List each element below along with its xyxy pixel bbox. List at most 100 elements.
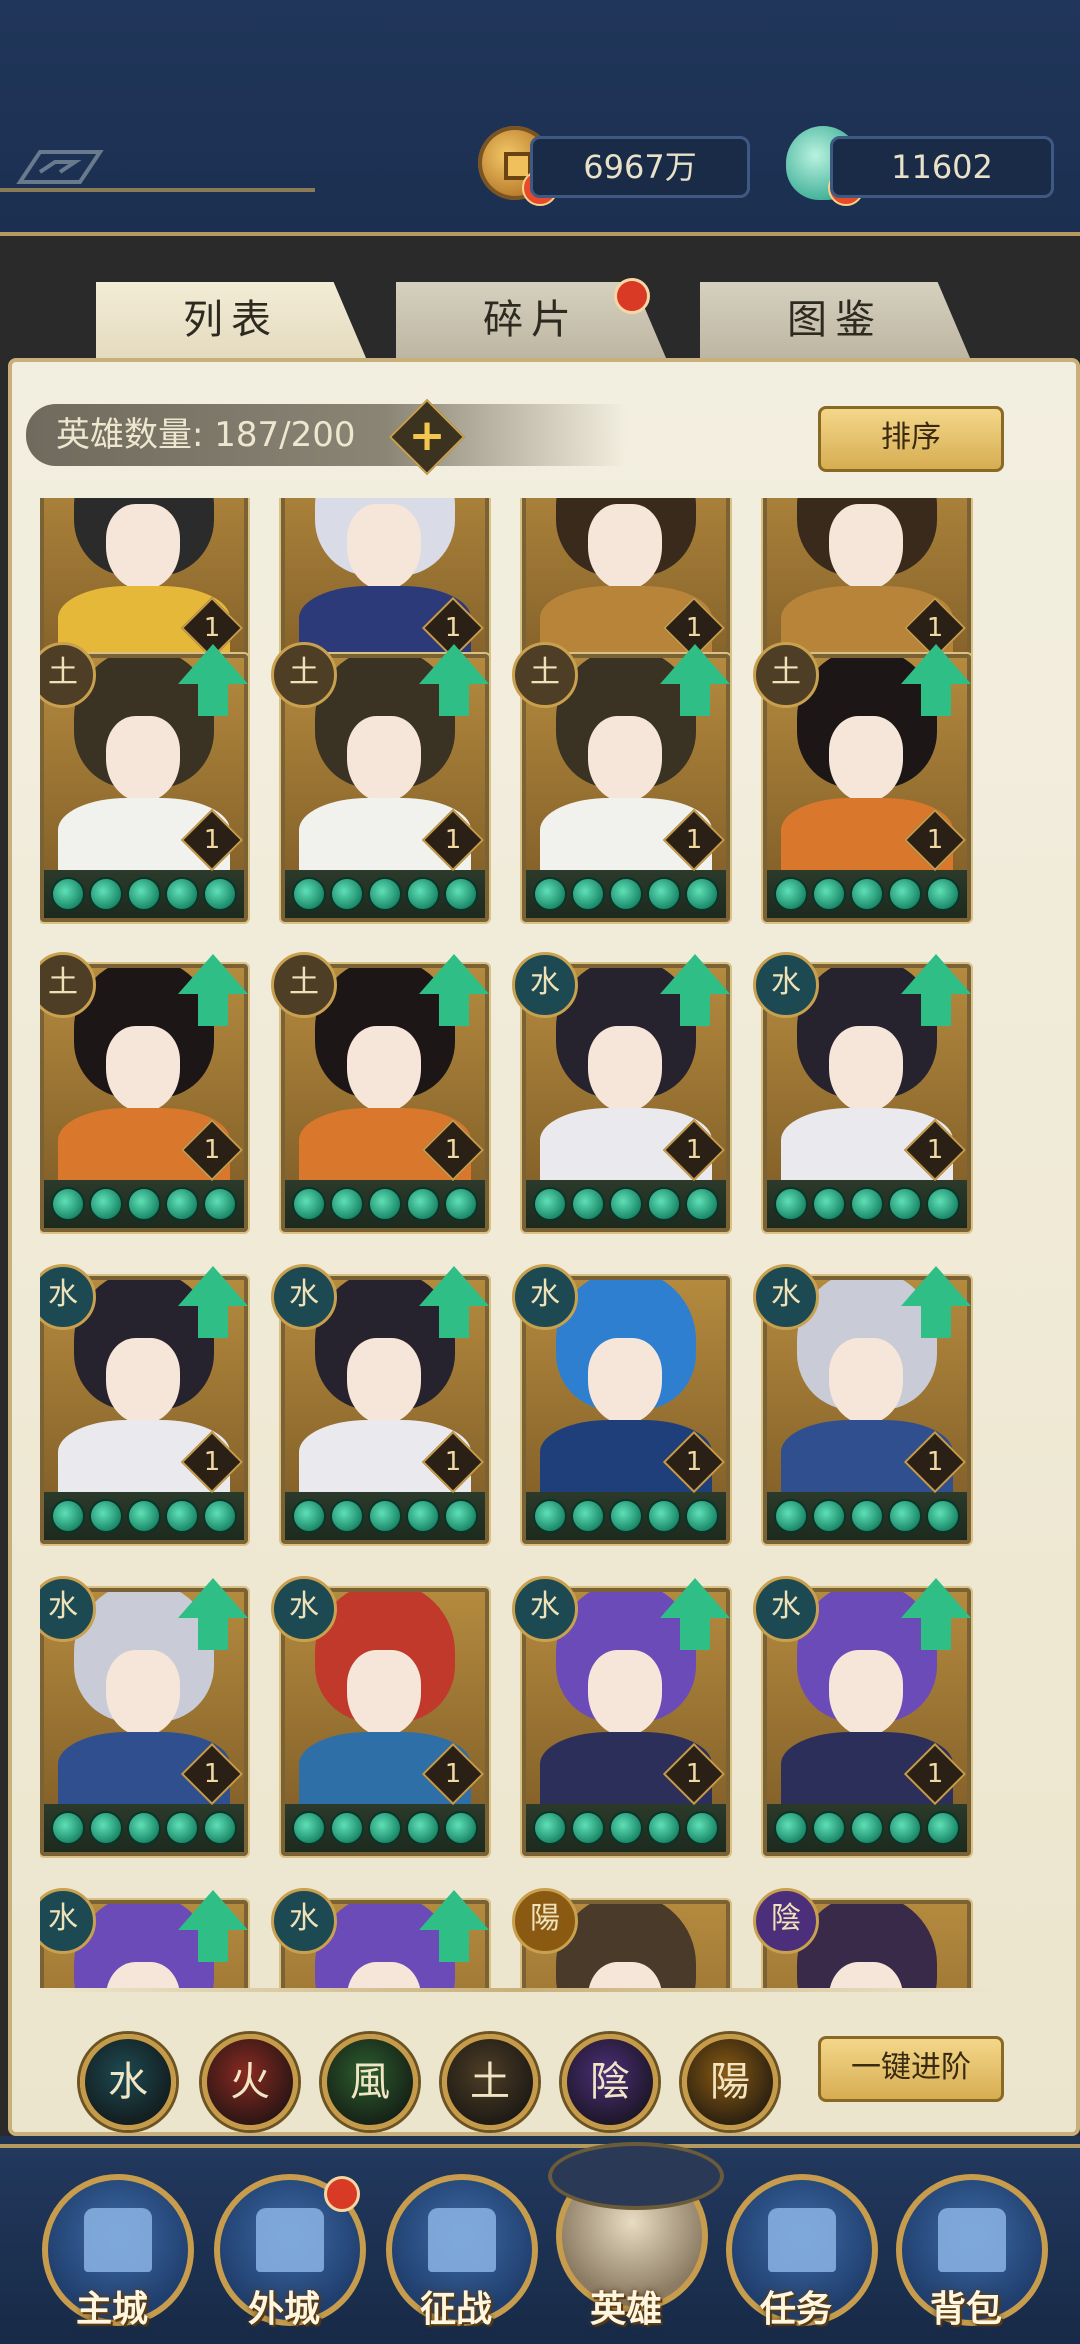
jade-star-icon xyxy=(888,1499,922,1533)
jade-star-icon xyxy=(685,1499,719,1533)
jade-star-icon xyxy=(51,1187,85,1221)
hero-level: 1 xyxy=(685,1447,703,1477)
building-icon xyxy=(768,2208,836,2272)
auto-evolve-button[interactable]: 一键进阶 xyxy=(818,2036,1004,2102)
jade-star-icon xyxy=(888,877,922,911)
upgrade-arrow-icon xyxy=(178,1890,248,1970)
hero-level: 1 xyxy=(926,1447,944,1477)
jade-star-icon xyxy=(774,1187,808,1221)
jade-star-icon xyxy=(292,1187,326,1221)
nav-label: 背包 xyxy=(929,2289,1002,2330)
star-row xyxy=(767,1492,967,1540)
upgrade-arrow-icon xyxy=(419,1266,489,1346)
jade-star-icon xyxy=(926,877,960,911)
hero-face xyxy=(829,1338,903,1424)
element-filter-button[interactable]: 水 xyxy=(80,2034,176,2130)
nav-label: 英雄 xyxy=(589,2289,662,2330)
element-badge: 土 xyxy=(512,642,578,708)
hero-level: 1 xyxy=(444,613,462,643)
jade-star-icon xyxy=(292,1811,326,1845)
hero-face xyxy=(588,1026,662,1112)
upgrade-arrow-icon xyxy=(178,1266,248,1346)
tab-collection[interactable]: 图鉴 xyxy=(700,282,970,358)
jade-star-icon xyxy=(647,1811,681,1845)
hero-level: 1 xyxy=(203,825,221,855)
jade-star-icon xyxy=(444,1499,478,1533)
jade-star-icon xyxy=(51,877,85,911)
jade-star-icon xyxy=(165,1187,199,1221)
upgrade-arrow-icon xyxy=(419,644,489,724)
hero-face xyxy=(588,1338,662,1424)
element-filter-button[interactable]: 火 xyxy=(202,2034,298,2130)
jade-star-icon xyxy=(203,877,237,911)
star-row xyxy=(285,870,485,918)
jade-star-icon xyxy=(533,877,567,911)
star-row xyxy=(44,1492,244,1540)
star-row xyxy=(526,1492,726,1540)
upgrade-arrow-icon xyxy=(660,1578,730,1658)
element-badge: 土 xyxy=(753,642,819,708)
jade-star-icon xyxy=(533,1187,567,1221)
tab-list[interactable]: 列表 xyxy=(96,282,366,358)
jade-star-icon xyxy=(165,1499,199,1533)
element-filter-button[interactable]: 陰 xyxy=(562,2034,658,2130)
jade-star-icon xyxy=(926,1187,960,1221)
jade-star-icon xyxy=(571,1811,605,1845)
hero-level: 1 xyxy=(926,1135,944,1165)
element-badge: 水 xyxy=(753,1576,819,1642)
element-badge: 土 xyxy=(271,952,337,1018)
star-row xyxy=(767,870,967,918)
hero-face xyxy=(829,1026,903,1112)
jade-star-icon xyxy=(609,1187,643,1221)
jade-star-icon xyxy=(330,1499,364,1533)
jade-star-icon xyxy=(850,1499,884,1533)
hero-face xyxy=(829,504,903,590)
jade-star-icon xyxy=(203,1499,237,1533)
upgrade-arrow-icon xyxy=(660,644,730,724)
element-filter-button[interactable]: 土 xyxy=(442,2034,538,2130)
jade-star-icon xyxy=(850,877,884,911)
jade-star-icon xyxy=(165,1811,199,1845)
upgrade-arrow-icon xyxy=(901,1266,971,1346)
hero-face xyxy=(106,716,180,802)
element-filter-button[interactable]: 陽 xyxy=(682,2034,778,2130)
jade-star-icon xyxy=(571,1187,605,1221)
jade-star-icon xyxy=(165,877,199,911)
element-badge: 水 xyxy=(271,1888,337,1954)
element-filter-button[interactable]: 風 xyxy=(322,2034,418,2130)
hero-level: 1 xyxy=(203,613,221,643)
nav-label: 主城 xyxy=(75,2289,148,2330)
jade-star-icon xyxy=(89,1811,123,1845)
hero-face xyxy=(347,1650,421,1736)
nav-label: 任务 xyxy=(759,2289,832,2330)
jade-star-icon xyxy=(647,1499,681,1533)
sort-button[interactable]: 排序 xyxy=(818,406,1004,472)
jade-star-icon xyxy=(51,1811,85,1845)
element-badge: 水 xyxy=(753,952,819,1018)
hero-face xyxy=(106,1338,180,1424)
jade-star-icon xyxy=(926,1811,960,1845)
star-row xyxy=(285,1180,485,1228)
hero-level: 1 xyxy=(685,1759,703,1789)
hero-level: 1 xyxy=(203,1759,221,1789)
jade-star-icon xyxy=(444,877,478,911)
hero-face xyxy=(347,716,421,802)
divider xyxy=(40,1988,1000,1992)
star-row xyxy=(44,1804,244,1852)
element-badge: 土 xyxy=(271,642,337,708)
hero-face xyxy=(106,1026,180,1112)
jade-star-icon xyxy=(292,877,326,911)
jade-star-icon xyxy=(850,1811,884,1845)
jade-star-icon xyxy=(292,1499,326,1533)
jade-star-icon xyxy=(368,1499,402,1533)
building-icon xyxy=(84,2208,152,2272)
jade-star-icon xyxy=(89,877,123,911)
jade-star-icon xyxy=(571,1499,605,1533)
hero-hat-icon xyxy=(548,2142,724,2210)
hero-face xyxy=(829,716,903,802)
hero-level: 1 xyxy=(444,1135,462,1165)
jade-star-icon xyxy=(127,1187,161,1221)
upgrade-arrow-icon xyxy=(660,954,730,1034)
jade-star-icon xyxy=(203,1811,237,1845)
jade-star-icon xyxy=(368,877,402,911)
